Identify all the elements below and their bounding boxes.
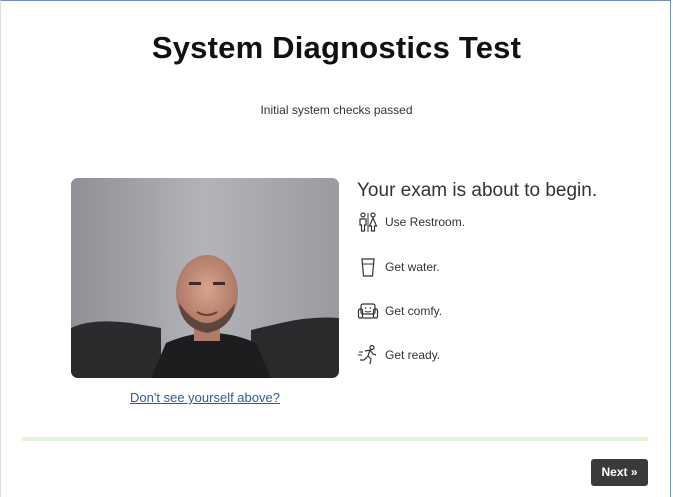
- tip-label: Get comfy.: [385, 304, 443, 318]
- armchair-icon: [357, 300, 379, 322]
- tip-label: Get water.: [385, 260, 440, 274]
- camera-help-link[interactable]: Don't see yourself above?: [71, 390, 339, 405]
- tip-restroom: Use Restroom.: [357, 210, 465, 234]
- runner-icon: [357, 344, 379, 366]
- webcam-frame-image: [71, 178, 339, 378]
- checklist-heading: Your exam is about to begin.: [357, 180, 598, 201]
- water-glass-icon: [357, 256, 379, 278]
- webcam-preview: [71, 178, 339, 378]
- status-message: Initial system checks passed: [260, 103, 413, 117]
- page-title: System Diagnostics Test: [151, 30, 522, 65]
- restroom-icon: [357, 211, 379, 233]
- progress-divider: [22, 437, 648, 441]
- tip-water: Get water.: [357, 255, 440, 279]
- tip-ready: Get ready.: [357, 343, 440, 367]
- tip-label: Use Restroom.: [385, 215, 466, 229]
- next-button[interactable]: Next »: [591, 459, 648, 486]
- tip-label: Get ready.: [385, 348, 441, 362]
- tip-comfy: Get comfy.: [357, 299, 442, 323]
